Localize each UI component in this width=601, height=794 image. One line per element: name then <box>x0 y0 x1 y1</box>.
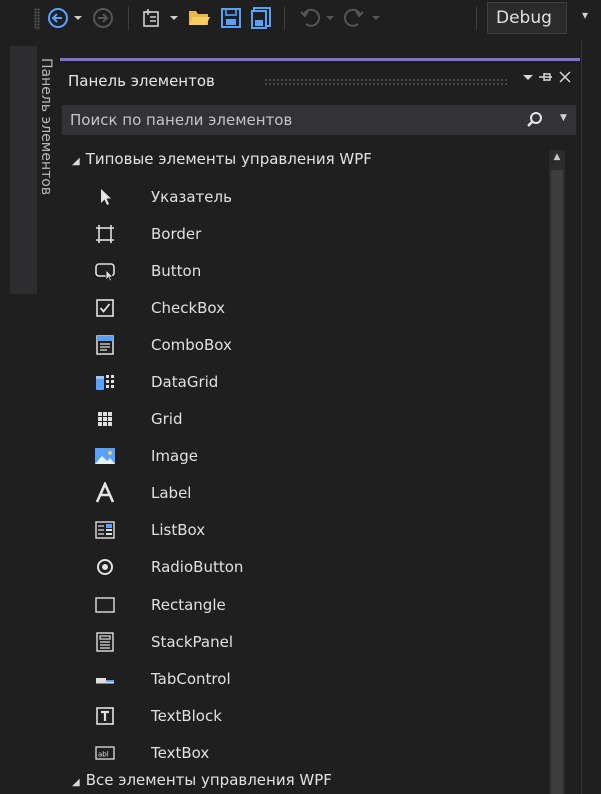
textblock-icon <box>93 704 117 728</box>
window-position-menu-button[interactable] <box>522 70 534 88</box>
toolbox-item-label: StackPanel <box>151 632 233 651</box>
toolbox-item-label[interactable]: Label <box>60 475 560 512</box>
panel-title: Панель элементов <box>68 72 215 90</box>
save-icon <box>221 8 241 28</box>
group-header-label: Типовые элементы управления WPF <box>85 150 372 168</box>
save-all-button[interactable] <box>248 5 274 31</box>
toolbox-item-image[interactable]: Image <box>60 438 560 475</box>
folder-open-icon <box>189 11 210 25</box>
undo-button[interactable] <box>296 5 340 31</box>
pointer-icon <box>93 185 117 209</box>
search-input[interactable] <box>62 105 502 135</box>
toolbar-grip[interactable] <box>34 8 40 30</box>
toolbox-item-label: Rectangle <box>151 595 226 614</box>
toolbox-item-stackpanel[interactable]: StackPanel <box>60 623 560 660</box>
toolbox-item-datagrid[interactable]: DataGrid <box>60 363 560 400</box>
toolbox-side-tab[interactable]: Панель элементов <box>31 58 61 248</box>
undo-icon <box>300 8 334 27</box>
toolbox-item-combobox[interactable]: ComboBox <box>60 326 560 363</box>
back-arrow-icon <box>48 8 82 28</box>
toolbar-separator <box>476 6 477 30</box>
editor-area-edge <box>581 40 601 794</box>
open-file-button[interactable] <box>186 5 212 31</box>
toolbox-item-label: TabControl <box>151 669 231 688</box>
toolbox-item-label: RadioButton <box>151 558 244 577</box>
pin-icon <box>539 73 552 81</box>
toolbox-side-tab-label: Панель элементов <box>38 58 54 196</box>
toolbox-item-label: DataGrid <box>151 373 219 392</box>
toolbox-item-label: Указатель <box>151 187 232 206</box>
datagrid-icon <box>93 370 117 394</box>
toolbox-item-tabcontrol[interactable]: TabControl <box>60 660 560 697</box>
toolbox-item-grid[interactable]: Grid <box>60 401 560 438</box>
group-header-wpf-common[interactable]: ◢ Типовые элементы управления WPF <box>72 150 372 168</box>
toolbox-item-rectangle[interactable]: Rectangle <box>60 586 560 623</box>
navigate-forward-button[interactable] <box>90 5 116 31</box>
checkbox-icon <box>93 296 117 320</box>
toolbox-search: ▼ <box>62 105 576 135</box>
toolbox-item-label: Grid <box>151 410 183 429</box>
toolbox-item-button[interactable]: Button <box>60 252 560 289</box>
button-icon <box>93 259 117 283</box>
search-icon[interactable] <box>526 111 544 133</box>
dropdown-triangle-icon <box>523 75 533 80</box>
toolbox-item-label: TextBlock <box>151 706 222 725</box>
toolbox-item-list: Указатель Border Button CheckBox ComboBo… <box>60 178 560 772</box>
toolbar-separator <box>128 6 129 30</box>
rectangle-icon <box>93 593 117 617</box>
solution-configuration-select[interactable]: Debug <box>487 2 567 34</box>
scrollbar-thumb[interactable] <box>551 170 563 794</box>
close-icon <box>559 71 571 83</box>
title-grip[interactable] <box>264 78 508 87</box>
save-button[interactable] <box>218 5 244 31</box>
border-icon <box>93 222 117 246</box>
panel-active-accent <box>60 58 580 61</box>
listbox-icon <box>93 518 117 542</box>
toolbox-item-label: TextBox <box>151 743 210 762</box>
expanded-triangle-icon: ◢ <box>72 777 80 788</box>
toolbox-item-listbox[interactable]: ListBox <box>60 512 560 549</box>
save-all-icon <box>251 7 271 29</box>
toolbox-item-border[interactable]: Border <box>60 215 560 252</box>
grid-icon <box>93 407 117 431</box>
toolbox-item-label: CheckBox <box>151 298 226 317</box>
forward-arrow-icon <box>93 8 113 28</box>
textbox-icon: abl <box>93 741 117 765</box>
toolbox-item-label: ComboBox <box>151 335 232 354</box>
toolbox-item-label: Button <box>151 261 202 280</box>
toolbox-item-checkbox[interactable]: CheckBox <box>60 289 560 326</box>
radiobutton-icon <box>93 555 117 579</box>
label-icon <box>93 481 117 505</box>
new-project-icon <box>143 9 178 27</box>
search-options-dropdown[interactable]: ▼ <box>560 113 567 123</box>
group-header-wpf-all[interactable]: ◢ Все элементы управления WPF <box>72 771 332 789</box>
redo-icon <box>343 8 380 27</box>
toolbox-item-label: Label <box>151 484 192 503</box>
expanded-triangle-icon: ◢ <box>72 156 80 167</box>
chevron-down-icon[interactable]: ▾ <box>582 8 588 22</box>
image-icon <box>93 444 117 468</box>
toolbox-item-label: Image <box>151 447 198 466</box>
pin-button[interactable] <box>538 70 554 88</box>
redo-button[interactable] <box>342 5 386 31</box>
combobox-icon <box>93 333 117 357</box>
toolbar-separator <box>284 6 285 30</box>
svg-text:abl: abl <box>98 750 109 758</box>
toolbox-item-radiobutton[interactable]: RadioButton <box>60 549 560 586</box>
toolbox-item-textblock[interactable]: TextBlock <box>60 697 560 734</box>
stackpanel-icon <box>93 630 117 654</box>
toolbox-item-pointer[interactable]: Указатель <box>60 178 560 215</box>
new-project-button[interactable] <box>140 5 184 31</box>
toolbox-item-label: ListBox <box>151 521 206 540</box>
scroll-up-arrow-icon[interactable]: ▲ <box>549 148 565 166</box>
group-header-label: Все элементы управления WPF <box>85 771 332 789</box>
close-button[interactable] <box>558 70 572 88</box>
navigate-back-button[interactable] <box>44 5 88 31</box>
main-toolbar: Debug ▾ <box>0 0 601 44</box>
tabcontrol-icon <box>93 667 117 691</box>
toolbox-panel: Панель элементов ▼ ◢ Типовые элементы упр… <box>60 58 580 794</box>
toolbox-item-label: Border <box>151 224 202 243</box>
toolbox-item-textbox[interactable]: abl TextBox <box>60 734 560 771</box>
